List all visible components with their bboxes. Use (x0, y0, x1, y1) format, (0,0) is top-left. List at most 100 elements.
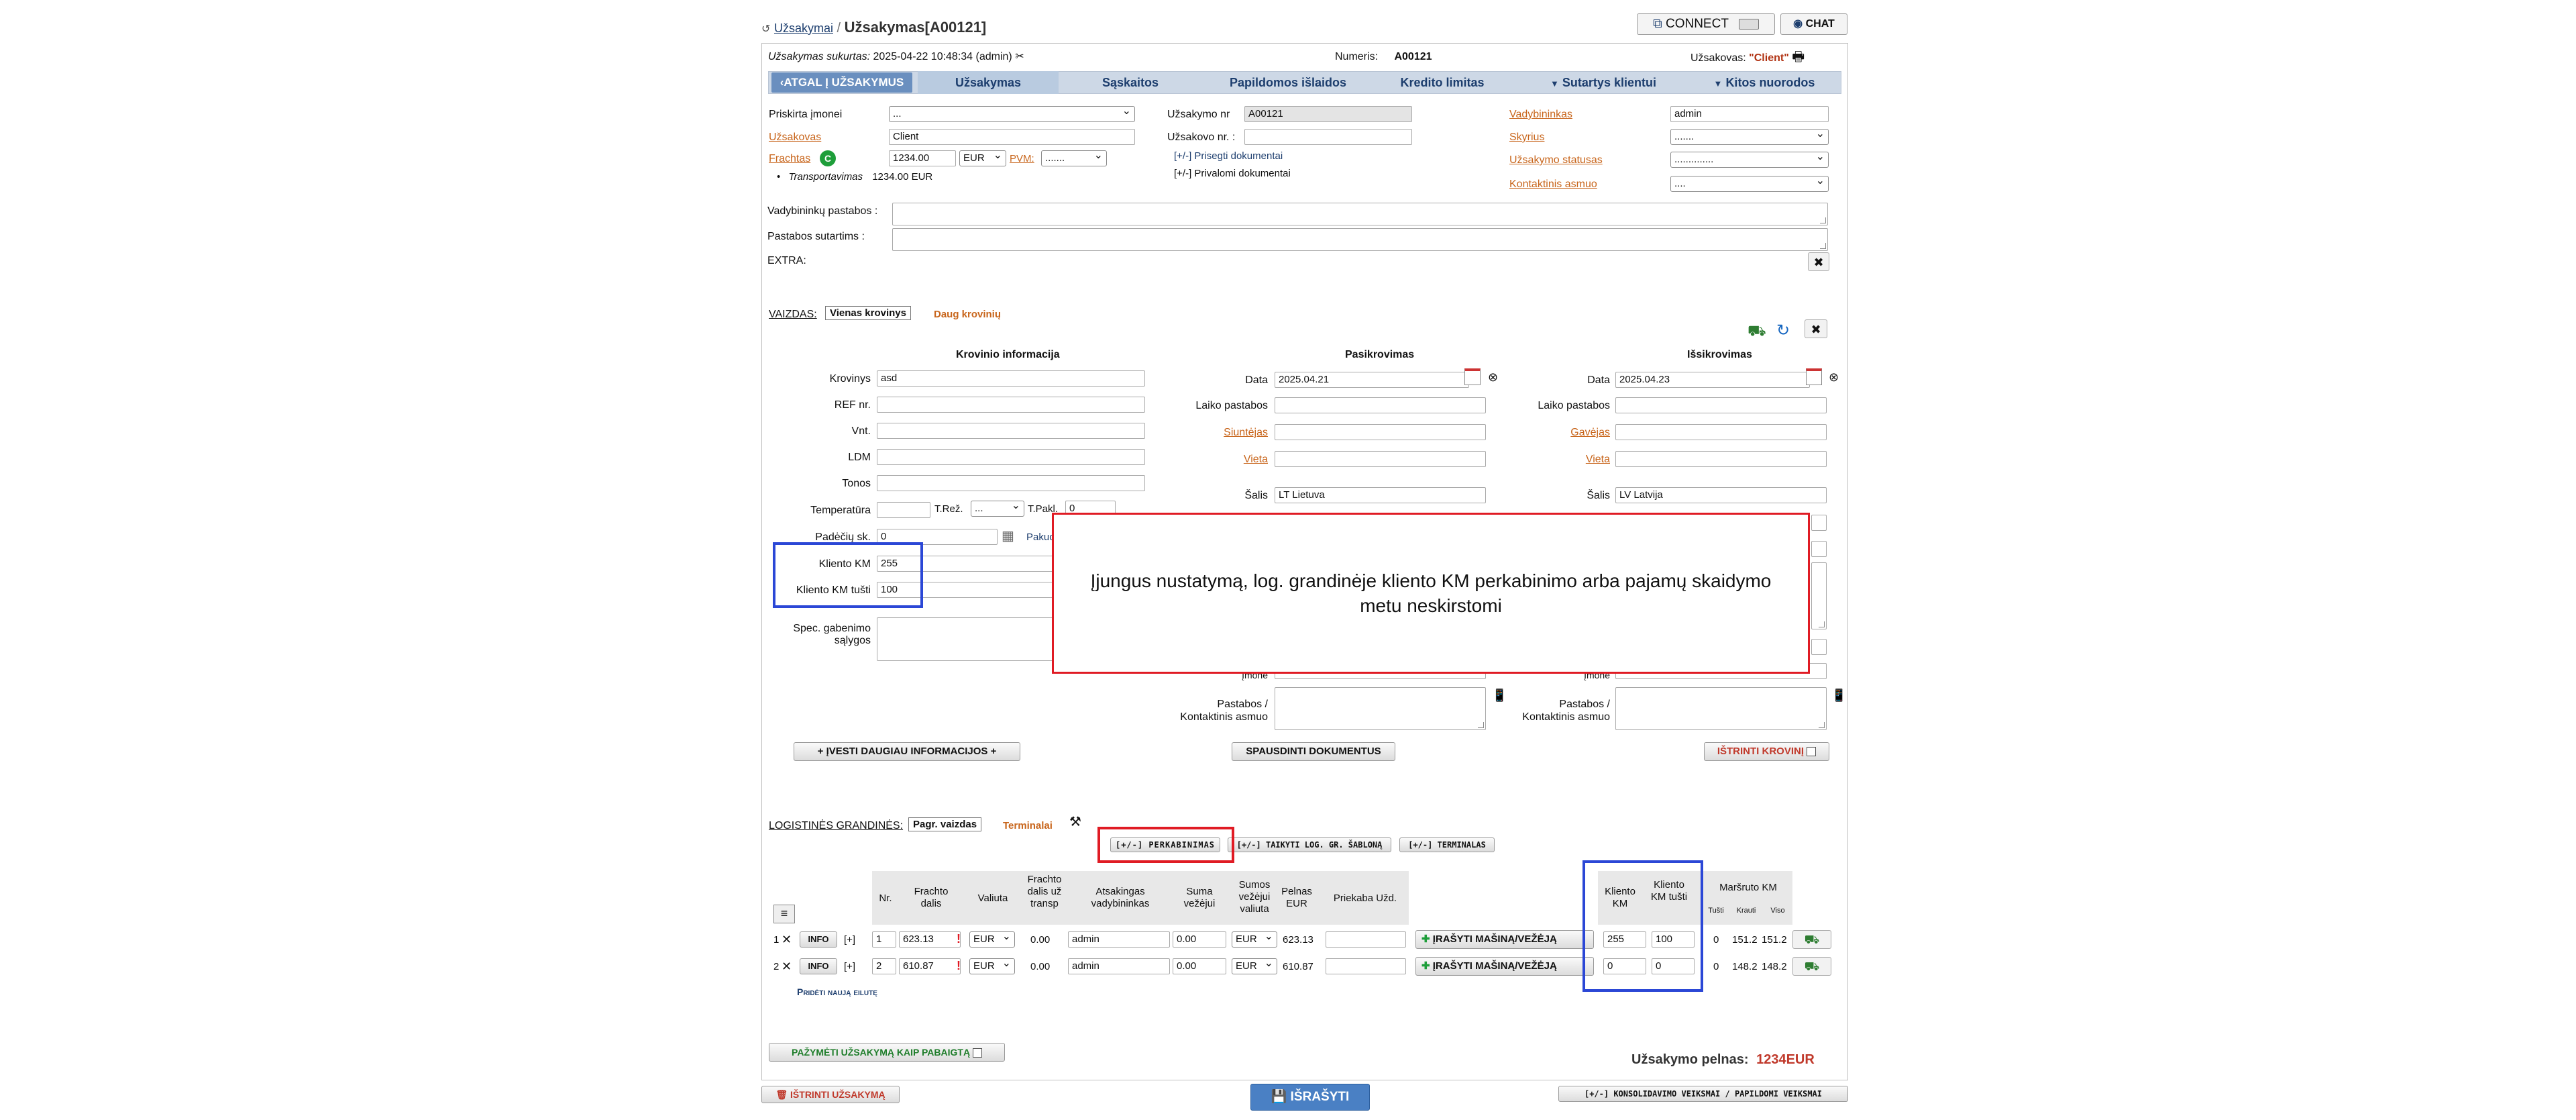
tab-other-links[interactable]: ▼ Kitos nuorodos (1690, 71, 1838, 94)
info-button[interactable]: INFO (800, 931, 837, 948)
trailer-input[interactable] (1326, 958, 1406, 974)
contract-notes-textarea[interactable] (892, 228, 1828, 251)
carrier-currency-select[interactable]: EUR (1232, 931, 1277, 948)
ref-input[interactable] (877, 397, 1145, 413)
refresh-icon[interactable]: ↻ (1776, 321, 1790, 340)
tons-input[interactable] (877, 475, 1145, 491)
add-row-link[interactable]: Pridėti naują eilutę (797, 986, 877, 997)
loading-notes-textarea[interactable] (1275, 687, 1486, 730)
calendar-icon[interactable] (1806, 368, 1822, 385)
tab-order[interactable]: Užsakymas (918, 71, 1059, 94)
attach-docs-link[interactable]: [+/-] Prisegti dokumentai (1174, 150, 1283, 162)
unloading-hidden-textarea[interactable] (1811, 562, 1827, 629)
loading-date-input[interactable]: 2025.04.21 (1275, 372, 1469, 388)
clear-date-icon[interactable]: ⊗ (1488, 370, 1498, 385)
breadcrumb-orders-link[interactable]: Užsakymai (774, 21, 833, 35)
unloading-country-input[interactable]: LV Latvija (1615, 487, 1827, 503)
row-currency-select[interactable]: EUR (969, 931, 1015, 948)
apply-template-button[interactable]: [+/-] TAIKYTI LOG. GR. ŠABLONĄ (1228, 837, 1391, 852)
company-select[interactable]: ... (889, 106, 1135, 122)
cargo-input[interactable]: asd (877, 370, 1145, 387)
freight-label[interactable]: Frachtas (769, 153, 810, 165)
truck-map-icon[interactable]: ⛟ (1792, 957, 1831, 976)
packing-link[interactable]: Pakuo (1026, 531, 1055, 543)
loading-time-notes-input[interactable] (1275, 397, 1486, 413)
row-manager-input[interactable]: admin (1068, 958, 1170, 974)
mark-done-button[interactable]: PAŽYMĖTI UŽSAKYMĄ KAIP PABAIGTĄ (769, 1043, 1005, 1062)
assign-truck-button[interactable]: ✚ ĮRAŠYTI MAŠINĄ/VEŽĖJĄ (1415, 957, 1594, 976)
clear-date-icon[interactable]: ⊗ (1829, 370, 1839, 385)
info-button[interactable]: INFO (800, 958, 837, 974)
tools-icon[interactable]: ✖ (1808, 252, 1829, 271)
unloading-time-notes-input[interactable] (1615, 397, 1827, 413)
required-docs-link[interactable]: [+/-] Privalomi dokumentai (1174, 168, 1291, 179)
unloading-hidden-input-3[interactable] (1811, 639, 1827, 655)
delete-row-icon[interactable]: ✕ (782, 960, 792, 974)
view-multiple-link[interactable]: Daug krovinių (934, 309, 1001, 320)
save-button[interactable]: 💾 IŠRAŠYTI (1250, 1084, 1370, 1111)
unloading-hidden-input-2[interactable] (1811, 541, 1827, 557)
chat-button[interactable]: ◉ CHAT (1780, 13, 1847, 35)
chain-main-view-button[interactable]: Pagr. vaizdas (908, 817, 982, 831)
ldm-input[interactable] (877, 449, 1145, 465)
manager-notes-textarea[interactable] (892, 203, 1828, 225)
print-documents-button[interactable]: SPAUSDINTI DOKUMENTUS (1232, 742, 1395, 761)
temp-mode-select[interactable]: ... (971, 501, 1024, 517)
receiver-input[interactable] (1615, 424, 1827, 440)
phone-icon[interactable]: 📱 (1831, 689, 1846, 703)
tools-icon-2[interactable]: ✖ (1805, 319, 1827, 338)
more-info-button[interactable]: + ĮVESTI DAUGIAU INFORMACIJOS + (794, 742, 1020, 761)
unloading-hidden-input-1[interactable] (1811, 515, 1827, 531)
carrier-sum-input[interactable]: 0.00 (1173, 958, 1226, 974)
customer-input[interactable]: Client (889, 129, 1135, 145)
calendar-icon[interactable] (1464, 368, 1481, 385)
expand-row-button[interactable]: [+] (844, 934, 855, 946)
connect-button[interactable]: ⧉ CONNECT (1637, 13, 1775, 35)
menu-icon[interactable]: ≡ (773, 905, 795, 923)
unloading-place-input[interactable] (1615, 451, 1827, 467)
unloading-notes-textarea[interactable] (1615, 687, 1827, 730)
freight-part-input[interactable]: 610.87 (899, 958, 961, 974)
delete-order-button[interactable]: 🗑 IŠTRINTI UŽSAKYMĄ (761, 1086, 900, 1103)
customer-field-label[interactable]: Užsakovas (769, 132, 821, 144)
truck-color-icon[interactable]: ⛟ (1748, 322, 1766, 342)
view-single-button[interactable]: Vienas krovinys (825, 306, 911, 320)
tab-contracts[interactable]: ▼ Sutartys klientui (1523, 71, 1684, 94)
row-nr-input[interactable]: 1 (872, 931, 896, 948)
client-order-input[interactable] (1244, 129, 1412, 145)
manager-input[interactable]: admin (1670, 106, 1829, 122)
freight-c-badge[interactable]: C (820, 150, 836, 166)
row-nr-input[interactable]: 2 (872, 958, 896, 974)
freight-input[interactable]: 1234.00 (889, 150, 956, 166)
printer-icon[interactable]: 🖶 (1792, 50, 1805, 64)
units-input[interactable] (877, 423, 1145, 439)
checkbox-icon[interactable] (972, 1048, 982, 1058)
checkbox-icon[interactable] (1807, 747, 1817, 757)
expand-row-button[interactable]: [+] (844, 961, 855, 972)
chain-terminals-link[interactable]: Terminalai (1003, 820, 1053, 831)
freight-currency-select[interactable]: EUR (959, 150, 1006, 166)
carrier-sum-input[interactable]: 0.00 (1173, 931, 1226, 948)
loading-place-input[interactable] (1275, 451, 1486, 467)
terminal-button[interactable]: [+/-] TERMINALAS (1399, 837, 1495, 852)
hammer-icon[interactable]: ⚒ (1069, 813, 1081, 830)
loading-country-input[interactable]: LT Lietuva (1275, 487, 1486, 503)
delete-row-icon[interactable]: ✕ (782, 933, 792, 947)
back-to-orders-button[interactable]: ‹ATGAL Į UŽSAKYMUS (771, 72, 912, 93)
assign-truck-button[interactable]: ✚ ĮRAŠYTI MAŠINĄ/VEŽĖJĄ (1415, 930, 1594, 949)
tab-extra-costs[interactable]: Papildomos išlaidos (1208, 71, 1368, 94)
pallet-icon[interactable]: ▦ (1002, 527, 1014, 544)
vat-select[interactable]: ....... (1041, 150, 1107, 166)
contact-person-select[interactable]: .... (1670, 176, 1829, 192)
tab-credit-limit[interactable]: Kredito limitas (1368, 71, 1516, 94)
department-select[interactable]: ....... (1670, 129, 1829, 145)
carrier-currency-select[interactable]: EUR (1232, 958, 1277, 974)
trailer-input[interactable] (1326, 931, 1406, 948)
temperature-input[interactable] (877, 502, 930, 518)
tab-invoices[interactable]: Sąskaitos (1060, 71, 1201, 94)
row-manager-input[interactable]: admin (1068, 931, 1170, 948)
consolidation-button[interactable]: [+/-] KONSOLIDAVIMO VEIKSMAI / PAPILDOMI… (1558, 1086, 1848, 1102)
sender-input[interactable] (1275, 424, 1486, 440)
truck-map-icon[interactable]: ⛟ (1792, 930, 1831, 949)
row-currency-select[interactable]: EUR (969, 958, 1015, 974)
